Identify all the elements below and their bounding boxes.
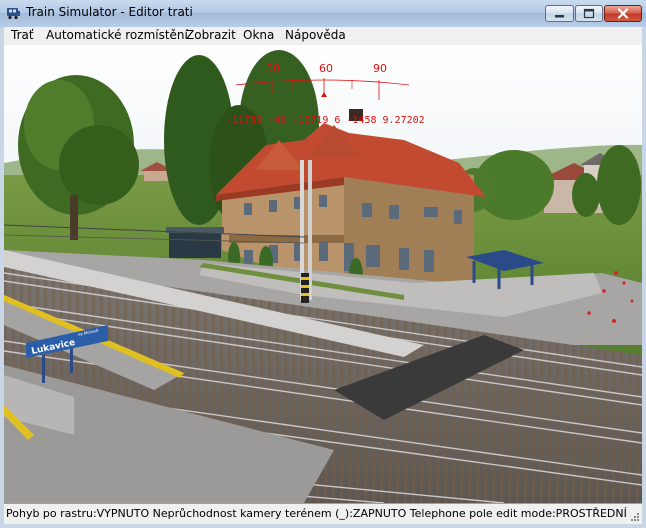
status-bar: Pohyb po rastru:VYPNUTO Neprůchodnost ka… (4, 503, 642, 524)
train-app-icon (7, 8, 20, 20)
compass-label-90: 90 (373, 62, 387, 75)
minimize-button[interactable] (545, 5, 574, 22)
maximize-icon (583, 8, 595, 19)
close-icon (617, 8, 629, 19)
status-text: Pohyb po rastru:VYPNUTO Neprůchodnost ka… (6, 507, 627, 520)
close-button[interactable] (604, 5, 642, 22)
window-title: Train Simulator - Editor trati (26, 5, 193, 19)
resize-grip-icon[interactable] (630, 512, 640, 522)
minimize-icon (555, 15, 564, 18)
compass-label-60: 60 (319, 62, 333, 75)
menu-automaticke-rozmisteni[interactable]: Automatické rozmístění (46, 28, 188, 42)
menu-bar: Trať Automatické rozmístění Zobrazit Okn… (4, 27, 642, 45)
scene-viewport[interactable]: Lukavice na Moravě 30 60 90 -11789 -49 -… (4, 45, 642, 503)
coordinate-readout: -11789 -49 -12719 6 -1458 9.27202 (226, 115, 425, 126)
menu-zobrazit[interactable]: Zobrazit (186, 28, 236, 42)
menu-okna[interactable]: Okna (243, 28, 274, 42)
menu-napoveda[interactable]: Nápověda (285, 28, 346, 42)
menu-trat[interactable]: Trať (11, 28, 34, 42)
maximize-button[interactable] (575, 5, 603, 22)
3d-scene[interactable]: Lukavice na Moravě 30 60 90 -11789 -49 -… (4, 45, 642, 503)
title-bar[interactable]: Train Simulator - Editor trati (0, 0, 646, 27)
app-window: Train Simulator - Editor trati Trať Auto… (0, 0, 646, 528)
compass-label-30: 30 (266, 62, 280, 75)
